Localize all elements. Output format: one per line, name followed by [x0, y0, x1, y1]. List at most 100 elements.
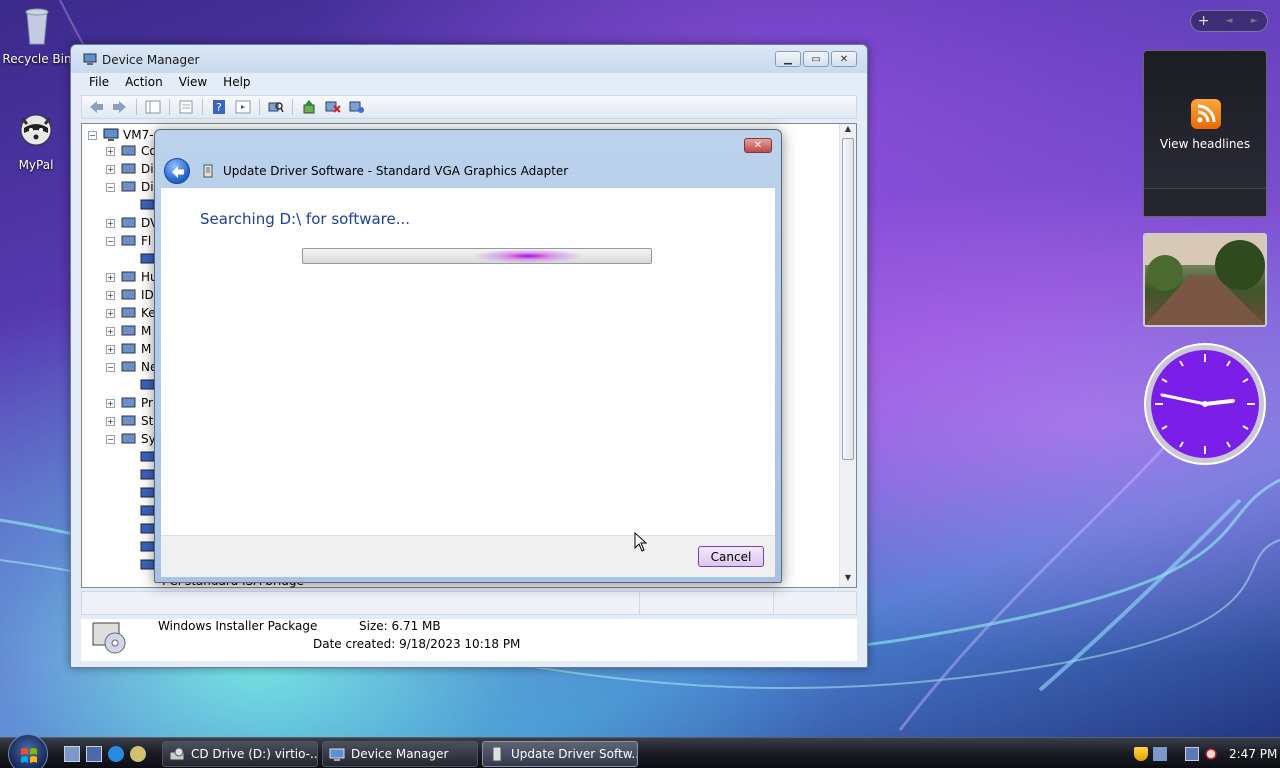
feed-headlines-gadget[interactable]: View headlines	[1143, 50, 1267, 217]
expand-icon[interactable]: +	[106, 326, 115, 336]
scroll-up-arrow-icon[interactable]: ▲	[840, 124, 856, 138]
menu-action[interactable]: Action	[117, 73, 171, 93]
details-pane: Windows Installer Package Size: 6.71 MB …	[81, 619, 857, 661]
forward-arrow-icon[interactable]	[110, 98, 130, 116]
menu-file[interactable]: File	[81, 73, 117, 93]
expand-icon[interactable]: +	[106, 290, 115, 300]
expand-icon[interactable]: +	[106, 218, 115, 228]
taskbar-device-manager[interactable]: Device Manager	[322, 741, 478, 767]
collapse-icon[interactable]: −	[106, 434, 115, 444]
device-category-icon	[121, 343, 136, 354]
dialog-body: Searching D:\ for software...	[161, 188, 775, 535]
searching-message: Searching D:\ for software...	[200, 210, 411, 228]
tree-category[interactable]: + Ke	[106, 304, 156, 322]
tree-category[interactable]: + ID	[106, 286, 154, 304]
quick-launch	[64, 746, 146, 762]
expand-icon[interactable]: +	[106, 416, 115, 426]
volume-muted-icon[interactable]	[1204, 746, 1218, 761]
collapse-icon[interactable]: −	[88, 130, 97, 140]
switch-windows-icon[interactable]	[86, 746, 102, 762]
system-clock[interactable]: 2:47 PM	[1229, 747, 1277, 761]
collapse-icon[interactable]: −	[106, 182, 115, 192]
device-category-icon	[121, 163, 136, 174]
windows-security-icon[interactable]	[1153, 746, 1167, 761]
device-category-icon	[121, 397, 136, 408]
device-manager-titlebar[interactable]: Device Manager ▁ ▭ ✕	[71, 45, 867, 73]
installer-package-icon	[92, 622, 126, 654]
maximize-button[interactable]: ▭	[803, 51, 829, 67]
internet-explorer-icon[interactable]	[108, 746, 124, 762]
mypal-quick-icon[interactable]	[130, 746, 146, 762]
close-button[interactable]: ✕	[831, 51, 857, 67]
back-button[interactable]	[164, 158, 190, 184]
tree-category[interactable]: − Sy	[106, 430, 156, 448]
clock-gadget[interactable]	[1143, 342, 1267, 466]
taskbar: CD Drive (D:) virtio-... Device Manager …	[0, 734, 1280, 768]
tree-category[interactable]: + Hu	[106, 268, 158, 286]
svg-text:?: ?	[216, 101, 222, 114]
tree-category[interactable]: + Di	[106, 160, 154, 178]
dialog-header: Update Driver Software - Standard VGA Gr…	[161, 154, 775, 188]
expand-icon[interactable]: +	[106, 146, 115, 156]
tree-category-label: Di	[141, 180, 154, 194]
desktop-icon-mypal[interactable]: MyPal	[1, 108, 71, 172]
file-size-label: Size:	[359, 619, 388, 633]
dialog-footer: Cancel	[161, 535, 775, 577]
menu-view[interactable]: View	[171, 73, 215, 93]
help-icon[interactable]: ?	[209, 98, 229, 116]
tree-category[interactable]: − Fl	[106, 232, 151, 250]
uninstall-device-icon[interactable]	[323, 98, 343, 116]
add-gadget-button[interactable]: +	[1191, 13, 1216, 29]
view-headlines-link[interactable]: View headlines	[1144, 137, 1266, 151]
start-button[interactable]	[8, 734, 48, 768]
collapse-icon[interactable]: −	[106, 236, 115, 246]
tree-category[interactable]: − Ne	[106, 358, 157, 376]
update-driver-icon[interactable]	[299, 98, 319, 116]
menu-help[interactable]: Help	[215, 73, 258, 93]
tree-category[interactable]: + M	[106, 322, 151, 340]
driver-icon	[492, 746, 502, 762]
expand-icon[interactable]: +	[106, 308, 115, 318]
tree-category[interactable]: + Co	[106, 142, 157, 160]
collapse-icon[interactable]: −	[106, 362, 115, 372]
show-desktop-icon[interactable]	[64, 746, 80, 762]
device-manager-icon	[329, 748, 345, 761]
file-size-value: 6.71 MB	[391, 619, 441, 633]
menu-bar: File Action View Help	[81, 73, 857, 93]
cancel-button[interactable]: Cancel	[698, 546, 764, 567]
tree-category[interactable]: + St	[106, 412, 153, 430]
tree-category[interactable]: + DV	[106, 214, 158, 232]
expand-icon[interactable]: +	[106, 164, 115, 174]
taskbar-update-driver[interactable]: Update Driver Softw...	[482, 741, 638, 767]
previous-page-button[interactable]: ◄	[1216, 16, 1241, 26]
next-page-button[interactable]: ►	[1242, 16, 1267, 26]
tree-category[interactable]: − Di	[106, 178, 154, 196]
minimize-button[interactable]: ▁	[775, 51, 801, 67]
expand-icon[interactable]: +	[106, 272, 115, 282]
desktop-icon-recycle-bin[interactable]: Recycle Bin	[2, 2, 72, 66]
vertical-scrollbar[interactable]: ▲ ▼	[839, 124, 856, 587]
properties-icon[interactable]	[176, 98, 196, 116]
security-shield-icon[interactable]	[1134, 746, 1148, 761]
taskbar-cd-drive[interactable]: CD Drive (D:) virtio-...	[162, 741, 318, 767]
action-pane-icon[interactable]	[233, 98, 253, 116]
network-icon[interactable]	[1185, 746, 1199, 761]
back-arrow-icon[interactable]	[86, 98, 106, 116]
disable-device-icon[interactable]	[347, 98, 367, 116]
scrollbar-thumb[interactable]	[842, 138, 854, 460]
device-category-icon	[121, 271, 136, 282]
tree-category[interactable]: + Pr	[106, 394, 153, 412]
slideshow-photo	[1145, 235, 1265, 325]
slideshow-gadget[interactable]	[1143, 233, 1267, 327]
expand-icon[interactable]: +	[106, 398, 115, 408]
scan-hardware-icon[interactable]	[266, 98, 286, 116]
tree-category[interactable]: + M	[106, 340, 151, 358]
marquee-progress-bar	[302, 248, 652, 264]
scroll-down-arrow-icon[interactable]: ▼	[840, 573, 856, 587]
dialog-close-button[interactable]: ✕	[744, 138, 772, 153]
show-hide-tree-icon[interactable]	[143, 98, 163, 116]
back-arrow-icon	[172, 166, 184, 178]
recycle-bin-icon	[25, 8, 49, 45]
tree-category-label: M	[141, 324, 152, 338]
expand-icon[interactable]: +	[106, 344, 115, 354]
